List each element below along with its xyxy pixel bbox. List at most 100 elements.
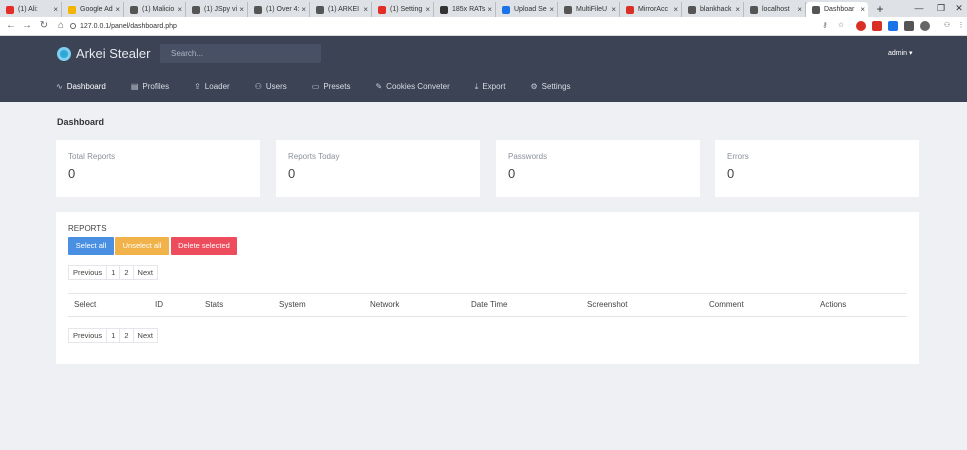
profile-icon[interactable]: ⚇: [942, 21, 952, 31]
tab-close-icon[interactable]: ×: [673, 2, 678, 17]
home-icon[interactable]: ⌂: [54, 19, 68, 33]
new-tab-button[interactable]: +: [872, 2, 888, 17]
edit-icon: ✎: [375, 82, 383, 91]
search-input[interactable]: [160, 44, 321, 63]
tab-favicon-icon: [812, 6, 820, 14]
tab-close-icon[interactable]: ×: [363, 2, 368, 17]
column-header: Actions: [820, 300, 847, 309]
column-header: Screenshot: [587, 300, 628, 309]
pagination-previous[interactable]: Previous: [69, 266, 108, 279]
stat-label: Reports Today: [288, 152, 340, 161]
pagination-next[interactable]: Next: [134, 329, 157, 342]
stat-value: 0: [508, 166, 516, 181]
column-header: Select: [74, 300, 97, 309]
pagination-previous[interactable]: Previous: [69, 329, 108, 342]
tab-close-icon[interactable]: ×: [487, 2, 492, 17]
pagination-page[interactable]: 2: [120, 266, 134, 279]
user-menu[interactable]: admin ▾: [888, 49, 913, 59]
extension-icon[interactable]: [920, 21, 930, 31]
browser-tab[interactable]: 185x RATs ×: [434, 2, 496, 17]
browser-tab[interactable]: (1) Over 4: ×: [248, 2, 310, 17]
tab-close-icon[interactable]: ×: [611, 2, 616, 17]
nav-export[interactable]: ⤓ Export: [475, 81, 506, 93]
stat-label: Total Reports: [68, 152, 116, 161]
extension-icon[interactable]: [856, 21, 866, 31]
stat-card-reports-today: Reports Today 0: [276, 140, 480, 197]
close-window-icon[interactable]: ✕: [945, 0, 967, 17]
nav-dashboard[interactable]: ∿ Dashboard: [56, 81, 106, 93]
delete-selected-button[interactable]: Delete selected: [171, 237, 237, 255]
nav-profiles[interactable]: ▤ Profiles: [131, 81, 169, 93]
pagination-page[interactable]: 1: [107, 266, 121, 279]
browser-tab[interactable]: (1) Malicio ×: [124, 2, 186, 17]
browser-tab[interactable]: MirrorAcc ×: [620, 2, 682, 17]
page-title: Dashboard: [57, 117, 105, 127]
browser-tab[interactable]: (1) Setting ×: [372, 2, 434, 17]
tab-close-icon[interactable]: ×: [425, 2, 430, 17]
menu-kebab-icon[interactable]: ⋮: [956, 21, 966, 31]
tab-close-icon[interactable]: ×: [115, 2, 120, 17]
tab-close-icon[interactable]: ×: [549, 2, 554, 17]
stat-value: 0: [288, 166, 296, 181]
tab-favicon-icon: [626, 6, 634, 14]
browser-tab[interactable]: (1) JSpy vi ×: [186, 2, 248, 17]
tab-close-icon[interactable]: ×: [239, 2, 244, 17]
stat-value: 0: [727, 166, 735, 181]
bookmark-star-icon[interactable]: ☆: [836, 21, 846, 31]
key-icon[interactable]: ⚷: [820, 21, 830, 31]
column-header: Stats: [205, 300, 224, 309]
browser-tab[interactable]: (1) Ali: ×: [0, 2, 62, 17]
tab-close-icon[interactable]: ×: [735, 2, 740, 17]
column-header: System: [279, 300, 306, 309]
nav-settings[interactable]: ⚙ Settings: [530, 81, 570, 93]
browser-tab[interactable]: Upload Se ×: [496, 2, 558, 17]
browser-tab[interactable]: Google Ad ×: [62, 2, 124, 17]
browser-tab[interactable]: localhost ×: [744, 2, 806, 17]
export-icon: ⤓: [474, 82, 479, 91]
browser-tab[interactable]: MultiFileU ×: [558, 2, 620, 17]
tab-favicon-icon: [316, 6, 324, 14]
tab-favicon-icon: [440, 6, 448, 14]
extension-icon[interactable]: [872, 21, 882, 31]
nav-cookies-converter[interactable]: ✎ Cookies Conveter: [375, 81, 449, 93]
tab-favicon-icon: [6, 6, 14, 14]
browser-tab-active[interactable]: Dashboar ×: [806, 2, 868, 17]
address-bar[interactable]: 127.0.0.1/panel/dashboard.php: [70, 19, 810, 34]
tab-favicon-icon: [564, 6, 572, 14]
info-icon: [70, 23, 76, 29]
tab-favicon-icon: [688, 6, 696, 14]
forward-icon[interactable]: →: [20, 19, 34, 33]
browser-tab[interactable]: blankhack ×: [682, 2, 744, 17]
nav-loader[interactable]: ⇪ Loader: [194, 81, 230, 93]
pagination-page[interactable]: 1: [107, 329, 121, 342]
extension-icon[interactable]: [888, 21, 898, 31]
tab-favicon-icon: [254, 6, 262, 14]
stat-value: 0: [68, 166, 76, 181]
extension-icon[interactable]: [904, 21, 914, 31]
select-all-button[interactable]: Select all: [68, 237, 114, 255]
tab-close-icon[interactable]: ×: [860, 2, 865, 17]
reload-icon[interactable]: ↻: [37, 19, 51, 33]
tab-favicon-icon: [192, 6, 200, 14]
stat-card-errors: Errors 0: [715, 140, 919, 197]
stat-card-total-reports: Total Reports 0: [56, 140, 260, 197]
tab-close-icon[interactable]: ×: [53, 2, 58, 17]
unselect-all-button[interactable]: Unselect all: [115, 237, 169, 255]
reports-title: REPORTS: [68, 224, 107, 233]
tab-favicon-icon: [68, 6, 76, 14]
pagination-page[interactable]: 2: [120, 329, 134, 342]
tab-close-icon[interactable]: ×: [301, 2, 306, 17]
users-icon: ⚇: [254, 82, 262, 91]
column-header: ID: [155, 300, 163, 309]
activity-icon: ∿: [56, 82, 63, 91]
tab-close-icon[interactable]: ×: [177, 2, 182, 17]
nav-users[interactable]: ⚇ Users: [255, 81, 287, 93]
stat-card-passwords: Passwords 0: [496, 140, 700, 197]
browser-tab[interactable]: (1) ARKEI ×: [310, 2, 372, 17]
tab-favicon-icon: [502, 6, 510, 14]
nav-presets[interactable]: ▭ Presets: [312, 81, 351, 93]
reports-panel: REPORTS Select all Unselect all Delete s…: [56, 212, 919, 364]
tab-close-icon[interactable]: ×: [797, 2, 802, 17]
back-icon[interactable]: ←: [4, 19, 18, 33]
pagination-next[interactable]: Next: [134, 266, 157, 279]
